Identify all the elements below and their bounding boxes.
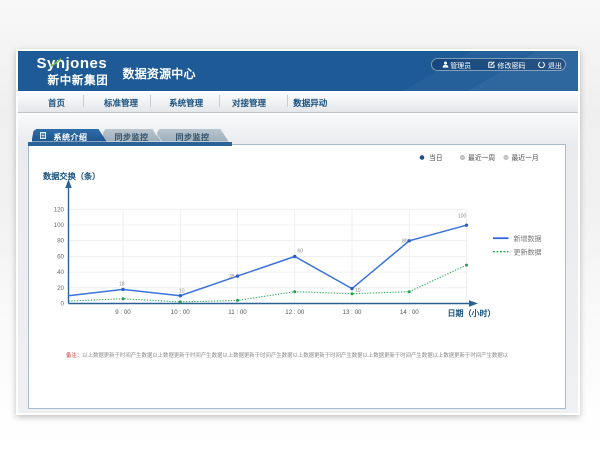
svg-text:0: 0 [61,301,65,308]
svg-text:13 : 00: 13 : 00 [343,309,362,316]
svg-text:更新数据: 更新数据 [514,248,542,257]
svg-text:日期（小时）: 日期（小时） [448,308,496,318]
svg-text:最近一月: 最近一月 [512,153,539,162]
svg-text:备注：以上数据更新于时间产生数据以上数据更新于时间产生数据以: 备注：以上数据更新于时间产生数据以上数据更新于时间产生数据以上数据更新于时间产生… [66,351,509,359]
svg-text:35: 35 [229,274,235,280]
svg-text:20: 20 [57,285,64,292]
svg-text:12 : 00: 12 : 00 [285,309,304,316]
svg-text:100: 100 [458,214,467,220]
svg-text:数据交换（条）: 数据交换（条） [43,171,100,181]
svg-text:120: 120 [54,206,65,213]
svg-text:100: 100 [54,222,65,229]
svg-text:60: 60 [298,249,304,255]
svg-text:14 : 00: 14 : 00 [400,309,419,316]
svg-text:当日: 当日 [429,153,443,162]
svg-text:新增数据: 新增数据 [514,234,542,243]
svg-text:11 : 00: 11 : 00 [228,309,247,316]
svg-text:60: 60 [57,253,64,260]
svg-text:80: 80 [402,239,408,245]
svg-text:18: 18 [119,282,125,288]
svg-text:10 : 00: 10 : 00 [171,309,190,316]
svg-text:10: 10 [355,288,361,294]
svg-text:最近一周: 最近一周 [468,153,495,162]
svg-text:9 : 00: 9 : 00 [115,309,131,316]
svg-text:80: 80 [57,238,64,245]
svg-text:40: 40 [57,269,64,276]
svg-text:10: 10 [179,289,185,295]
